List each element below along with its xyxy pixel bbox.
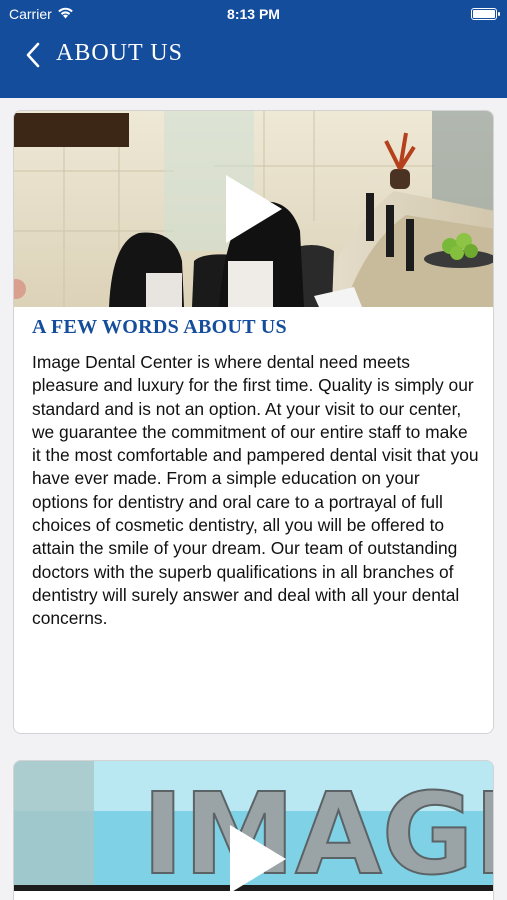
brand-video-card: IMAGE [13,760,494,900]
sign-letters: IMAGE [142,770,493,891]
back-button[interactable] [18,40,48,74]
play-icon-2[interactable] [226,823,288,891]
page-title: ABOUT US [56,40,183,66]
chevron-left-icon [25,42,41,73]
status-time: 8:13 PM [227,6,280,22]
about-card: A FEW WORDS ABOUT US Image Dental Center… [13,110,494,734]
about-description: Image Dental Center is where dental need… [32,352,479,629]
sign-video[interactable]: IMAGE [14,761,493,891]
status-bar: Carrier 8:13 PM [0,0,507,28]
status-right [471,8,500,20]
play-icon[interactable] [222,173,284,250]
reception-video[interactable] [14,111,493,307]
section-title: A FEW WORDS ABOUT US [32,316,287,338]
battery-icon [471,8,500,20]
navigation-bar: ABOUT US [0,28,507,98]
